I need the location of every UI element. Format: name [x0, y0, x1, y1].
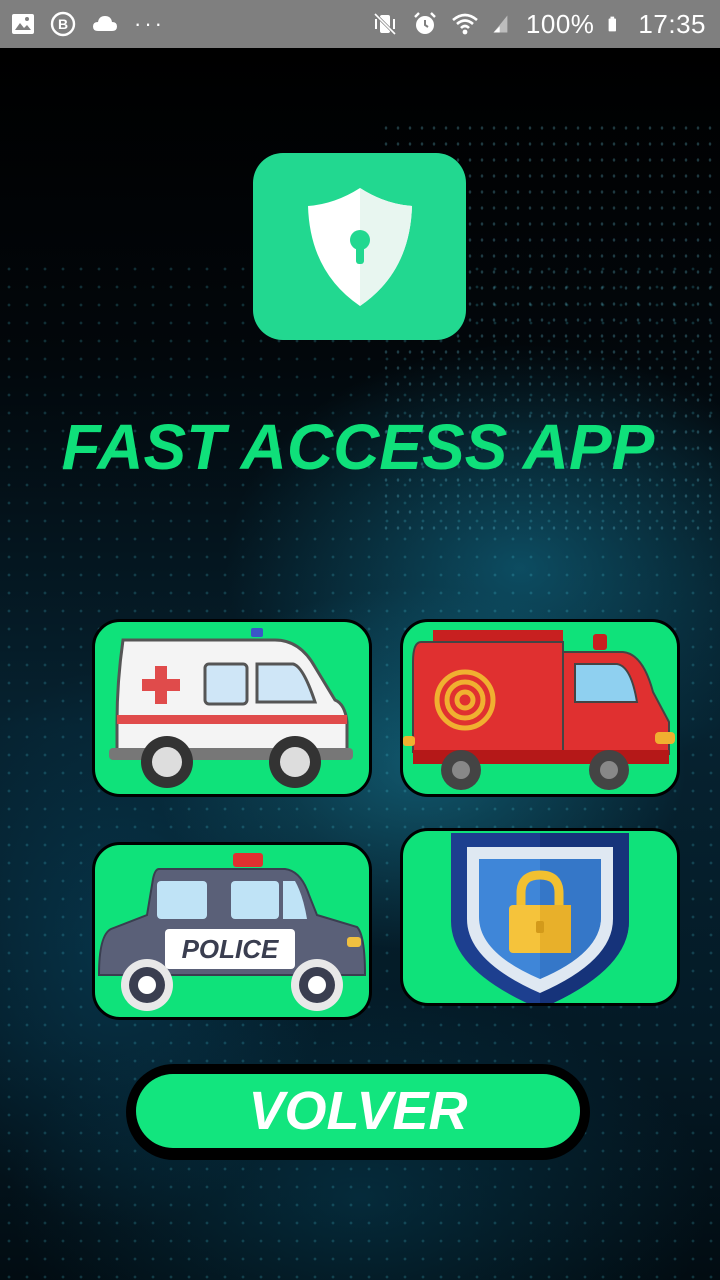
security-shield-icon	[451, 833, 629, 1003]
fire-truck-icon	[403, 630, 675, 790]
app-title: FAST ACCESS APP	[61, 411, 655, 483]
overflow-dots: ···	[134, 11, 165, 36]
battery-percent: 100%	[525, 8, 595, 39]
ambulance-tile[interactable]	[92, 619, 372, 797]
gallery-icon	[12, 14, 34, 34]
ambulance-icon	[109, 628, 353, 788]
mute-vibrate-icon	[373, 12, 396, 36]
status-bar-left: B ···	[10, 11, 165, 37]
b-badge-icon: B	[50, 11, 76, 37]
fire-truck-tile[interactable]	[400, 619, 680, 797]
police-car-icon: POLICE	[97, 853, 367, 1011]
volver-button[interactable]: VOLVER	[136, 1074, 580, 1148]
app-logo	[253, 153, 466, 340]
wifi-icon	[452, 13, 478, 35]
police-car-tile[interactable]: POLICE	[92, 842, 372, 1020]
signal-icon	[493, 15, 508, 33]
back-button-frame: VOLVER	[126, 1064, 590, 1160]
cloud-icon	[93, 16, 117, 31]
battery-icon	[609, 16, 617, 32]
shield-lock-icon	[307, 187, 412, 306]
clock: 17:35	[638, 8, 706, 39]
security-tile[interactable]	[400, 828, 680, 1006]
status-bar-right: 100% 17:35	[372, 9, 706, 40]
status-bar: B ··· 100% 17:35	[0, 0, 720, 48]
alarm-icon	[414, 12, 436, 34]
police-label: POLICE	[182, 934, 279, 964]
svg-text:B: B	[58, 16, 68, 32]
